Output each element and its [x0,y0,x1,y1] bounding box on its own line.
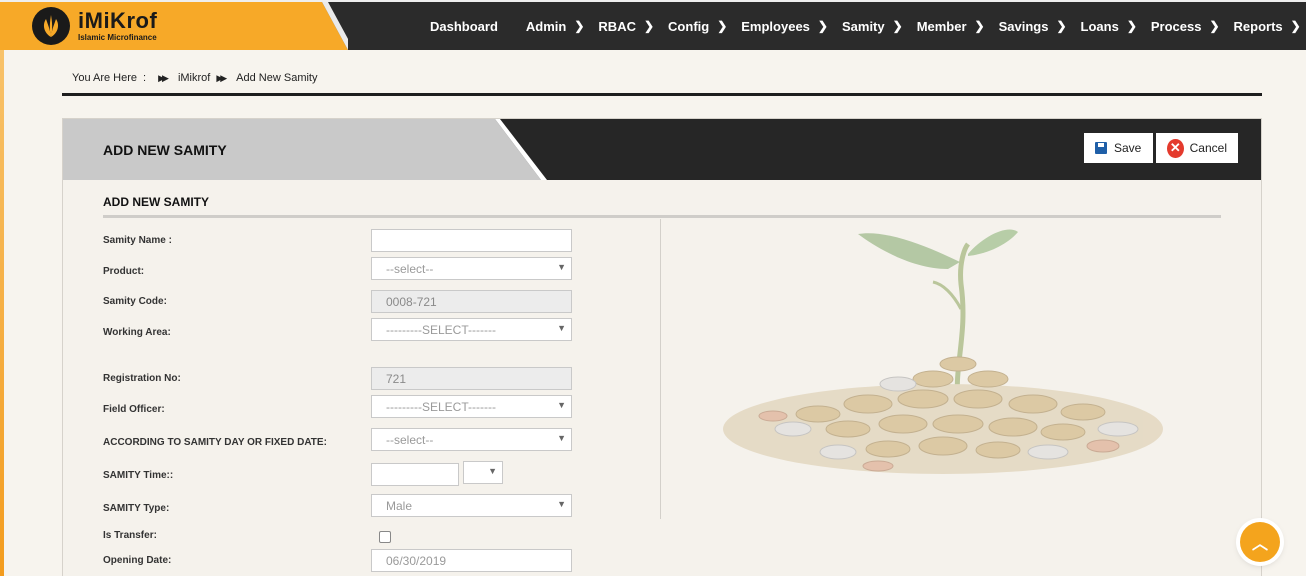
nav-label: Savings [998,18,1049,34]
plant-coins-image [723,229,1163,474]
column-divider [660,219,661,519]
section-title: ADD NEW SAMITY [103,195,209,209]
nav-label: Employees [741,18,810,34]
caret-down-icon: ▼ [557,400,566,410]
nav-label: Reports [1233,18,1283,34]
chevron-right-icon: ❯ [1056,19,1067,33]
x-circle-icon: ✕ [1167,138,1184,158]
breadcrumb-separator: : [143,72,147,84]
save-label: Save [1114,141,1142,155]
floppy-disk-icon [1095,142,1107,154]
working-area-select[interactable]: ---------SELECT------- ▼ [371,318,572,341]
nav-label: Loans [1080,18,1119,34]
nav-samity[interactable]: Samity ❯ [842,19,903,34]
caret-down-icon: ▼ [557,499,566,509]
chevron-right-icon: ❯ [1290,19,1301,33]
nav-label: Member [916,18,967,34]
caret-down-icon: ▼ [488,466,497,476]
chevron-right-icon: ❯ [1126,19,1137,33]
samity-time-input[interactable] [371,463,459,486]
registration-no-input: 721 [371,367,572,390]
opening-date-label: Opening Date: [103,555,172,566]
nav-label: Dashboard [430,18,498,34]
field-officer-select[interactable]: ---------SELECT------- ▼ [371,395,572,418]
nav-admin[interactable]: Admin ❯ [526,19,585,34]
samity-time-period-select[interactable]: ▼ [463,461,503,484]
breadcrumb-item-current: Add New Samity [236,72,318,84]
main-nav: Dashboard Admin ❯ RBAC ❯ Config ❯ Employees… [430,2,1306,50]
logo-emblem-icon [32,7,70,45]
nav-rbac[interactable]: RBAC ❯ [598,19,654,34]
nav-employees[interactable]: Employees ❯ [741,19,828,34]
samity-day-select[interactable]: --select-- ▼ [371,428,572,451]
breadcrumb-divider [62,93,1262,96]
product-value: --select-- [386,261,434,276]
nav-reports[interactable]: Reports ❯ [1234,19,1301,34]
breadcrumb: You Are Here : ▶▶ iMikrof ▶▶ Add New Sam… [72,72,317,84]
samity-code-input: 0008-721 [371,290,572,313]
is-transfer-label: Is Transfer: [103,530,157,541]
caret-down-icon: ▼ [557,433,566,443]
nav-label: Samity [841,18,885,34]
samity-name-input[interactable] [371,229,572,252]
nav-dashboard[interactable]: Dashboard [430,19,498,34]
nav-label: Config [668,18,710,34]
chevron-right-icon: ❯ [974,19,985,33]
chevron-right-icon: ❯ [643,19,655,33]
chevron-right-icon: ❯ [817,19,828,33]
caret-down-icon: ▼ [557,323,566,333]
section-divider [103,215,1221,218]
breadcrumb-item-home[interactable]: iMikrof [178,72,210,84]
panel-header: ADD NEW SAMITY Save ✕ Cancel [63,119,1261,180]
opening-date-input[interactable]: 06/30/2019 [371,549,572,572]
left-accent-stripe [0,50,4,576]
nav-label: Admin [525,18,567,34]
top-navbar: iMiKrof Islamic Microfinance Dashboard A… [0,0,1306,50]
samity-code-label: Samity Code: [103,296,167,307]
samity-name-label: Samity Name : [103,235,172,246]
nav-loans[interactable]: Loans ❯ [1081,19,1137,34]
working-area-value: ---------SELECT------- [386,322,496,337]
cancel-label: Cancel [1189,141,1227,155]
brand-tagline: Islamic Microfinance [78,33,157,42]
panel-title: ADD NEW SAMITY [103,142,227,158]
samity-type-label: SAMITY Type: [103,503,170,514]
field-officer-value: ---------SELECT------- [386,399,496,414]
brand-name: iMiKrof [78,8,158,33]
chevron-up-icon: ︿ [1251,536,1268,553]
chevron-right-icon: ❯ [892,19,903,33]
nav-member[interactable]: Member ❯ [917,19,985,34]
cancel-button[interactable]: ✕ Cancel [1156,133,1238,163]
is-transfer-checkbox[interactable] [379,531,391,543]
breadcrumb-prefix: You Are Here [72,72,138,84]
field-officer-label: Field Officer: [103,404,165,415]
samity-time-label: SAMITY Time:: [103,470,174,481]
double-arrow-icon: ▶▶ [216,72,227,83]
registration-no-label: Registration No: [103,373,181,384]
product-label: Product: [103,266,145,277]
add-samity-panel: ADD NEW SAMITY Save ✕ Cancel ADD NEW SAM… [62,118,1262,576]
chevron-right-icon: ❯ [574,19,585,33]
double-arrow-icon: ▶▶ [158,72,169,83]
working-area-label: Working Area: [103,327,171,338]
samity-type-select[interactable]: Male ▼ [371,494,572,517]
samity-day-label: ACCORDING TO SAMITY DAY OR FIXED DATE: [103,437,327,448]
save-button[interactable]: Save [1084,133,1153,163]
nav-label: Process [1150,18,1202,34]
chevron-right-icon: ❯ [1209,19,1220,33]
nav-savings[interactable]: Savings ❯ [999,19,1067,34]
samity-day-value: --select-- [386,432,434,447]
scroll-to-top-button[interactable]: ︿ [1240,522,1280,562]
logo[interactable]: iMiKrof Islamic Microfinance [0,2,348,50]
nav-config[interactable]: Config ❯ [668,19,727,34]
chevron-right-icon: ❯ [717,19,728,33]
product-select[interactable]: --select-- ▼ [371,257,572,280]
nav-process[interactable]: Process ❯ [1151,19,1220,34]
nav-label: RBAC [598,18,636,34]
caret-down-icon: ▼ [557,262,566,272]
samity-type-value: Male [386,498,413,513]
